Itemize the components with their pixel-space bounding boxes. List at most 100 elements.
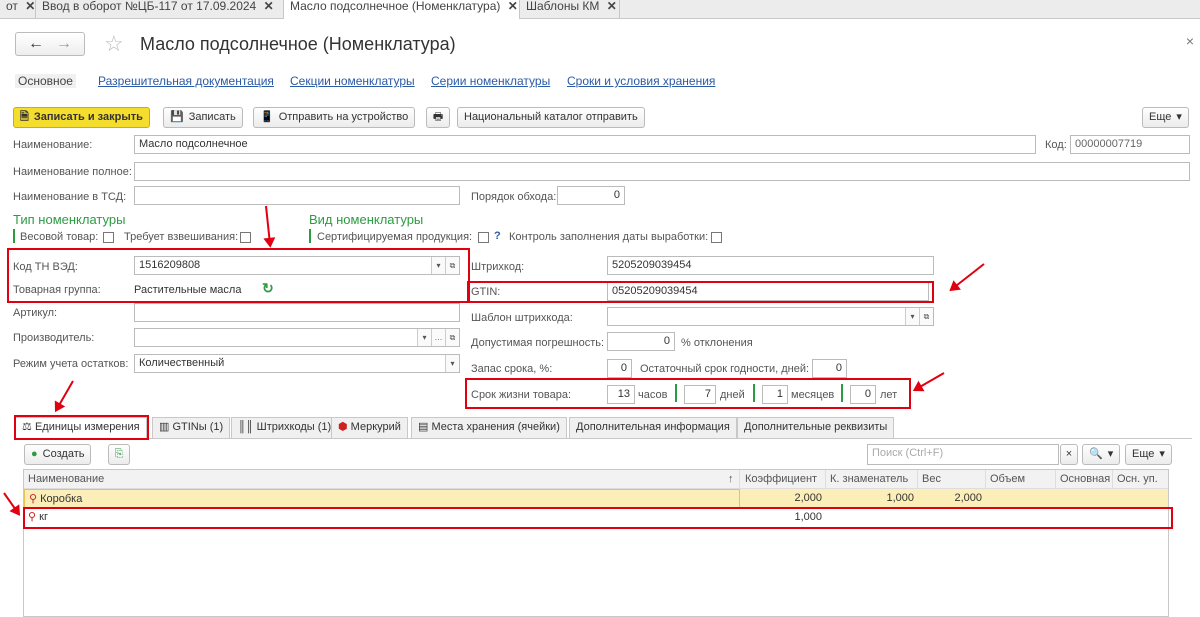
date-control-checkbox[interactable] [711,232,722,243]
tab-additional-info[interactable]: Дополнительная информация [569,417,737,438]
code-label: Код: [1045,139,1067,151]
close-icon[interactable]: ✕ [264,0,274,13]
producer-field[interactable]: ▾ … ⧉ [134,328,460,347]
col-main[interactable]: Основная [1056,470,1113,489]
national-catalog-button[interactable]: Национальный каталог отправить [457,107,645,128]
reserve-field[interactable]: 0 [607,359,632,378]
clear-search-button[interactable]: × [1060,444,1078,465]
search-button[interactable]: 🔍 ▾ [1082,444,1121,465]
barcode-template-field[interactable]: ▾ ⧉ [607,307,934,326]
mercury-icon: ⬢ [338,421,348,433]
copy-button[interactable]: ⎘ [108,444,130,465]
stock-mode-label: Режим учета остатков: [13,358,129,370]
section-storage[interactable]: Сроки и условия хранения [567,74,715,88]
window-tab[interactable]: Шаблоны КМ ✕ [520,0,620,19]
chevron-down-icon[interactable]: ▾ [905,308,919,325]
open-icon[interactable]: ⧉ [445,329,459,346]
window-tab[interactable]: Ввод в оборот №ЦБ-117 от 17.09.2024 ✕ [36,0,284,19]
tab-additional-attrs[interactable]: Дополнительные реквизиты [737,417,895,438]
tab-mercury[interactable]: ⬢ Меркурий [331,417,408,438]
tsd-field[interactable] [134,186,460,205]
table-more-button[interactable]: Еще ▾ [1125,444,1172,465]
tab-barcodes[interactable]: ║║ Штрихкоды (1) [231,417,339,438]
kind-header: Вид номенклатуры [309,212,424,227]
green-marker [13,229,15,243]
tab-gtins[interactable]: ▥ GTINы (1) [152,417,231,438]
certified-checkbox[interactable] [478,232,489,243]
fullname-field[interactable] [134,162,1190,181]
window-tab[interactable]: от ✕ [0,0,36,19]
print-button[interactable]: 🖶 [426,107,450,128]
close-icon[interactable]: × [1186,33,1194,49]
row-name-cell: ⚲ Коробка [24,489,740,508]
chevron-down-icon[interactable]: ▾ [417,329,431,346]
search-input[interactable]: Поиск (Ctrl+F) [867,444,1059,465]
certified-label: Сертифицируемая продукция: [317,231,473,243]
date-control-label: Контроль заполнения даты выработки: [509,231,709,243]
barcode-field[interactable]: 5205209039454 [607,256,934,275]
article-field[interactable] [134,303,460,322]
chevron-down-icon: ▾ [1176,111,1182,123]
table-row[interactable]: ⚲ Коробка 2,000 1,000 2,000 [24,489,1168,508]
row-weight: 2,000 [954,492,982,504]
tolerance-field[interactable]: 0 [607,332,675,351]
save-and-close-button[interactable]: 🗎 Записать и закрыть [13,107,150,128]
requires-weighing-checkbox[interactable] [240,232,251,243]
name-field[interactable]: Масло подсолнечное [134,135,1036,154]
section-permits[interactable]: Разрешительная документация [98,74,274,88]
section-series[interactable]: Серии номенклатуры [431,74,550,88]
create-button[interactable]: ● Создать [24,444,92,465]
units-table: Наименование ↑ Коэффициент К. знаменател… [23,469,1169,617]
annotation-arrow [265,205,272,246]
sort-icon[interactable]: ↑ [724,470,741,489]
weight-checkbox[interactable] [103,232,114,243]
ellipsis-icon[interactable]: … [431,329,445,346]
residual-field[interactable]: 0 [812,359,847,378]
device-icon: 📱 [260,111,274,123]
producer-label: Производитель: [13,332,95,344]
highlight-kg-row [23,507,1173,529]
close-icon: × [1065,448,1073,460]
article-label: Артикул: [13,307,58,319]
page-title: Масло подсолнечное (Номенклатура) [140,34,456,54]
close-icon[interactable]: ✕ [508,0,518,13]
type-header: Тип номенклатуры [13,212,126,227]
col-weight[interactable]: Вес [918,470,986,489]
window-tab-bar: от ✕ Ввод в оборот №ЦБ-117 от 17.09.2024… [0,0,1200,19]
table-header: Наименование ↑ Коэффициент К. знаменател… [24,470,1168,489]
forward-arrow-icon[interactable]: → [56,35,72,53]
tolerance-label: Допустимая погрешность: [471,337,605,349]
barcode-icon: ▥ [159,421,170,433]
highlight-shelf-life [465,378,911,409]
order-field[interactable]: 0 [557,186,625,205]
row-denominator: 1,000 [886,492,914,504]
highlight-tnved [7,248,470,303]
help-icon[interactable]: ? [494,230,501,242]
stock-mode-select[interactable]: Количественный ▾ [134,354,460,373]
favorite-star-icon[interactable]: ☆ [104,31,124,57]
col-main-pack[interactable]: Осн. уп. [1113,470,1168,489]
reserve-label: Запас срока, %: [471,363,553,375]
send-device-button[interactable]: 📱 Отправить на устройство [253,107,416,128]
col-coef[interactable]: Коэффициент [741,470,826,489]
col-denominator[interactable]: К. знаменатель [826,470,918,489]
section-sections[interactable]: Секции номенклатуры [290,74,415,88]
col-volume[interactable]: Объем [986,470,1056,489]
save-button[interactable]: 💾 Записать [163,107,243,128]
green-marker [309,229,311,243]
fullname-label: Наименование полное: [13,166,132,178]
more-button[interactable]: Еще ▾ [1142,107,1189,128]
copy-icon: ⎘ [114,448,124,460]
tab-storage[interactable]: ▤ Места хранения (ячейки) [411,417,567,438]
window-tab-active[interactable]: Масло подсолнечное (Номенклатура) ✕ [284,0,520,19]
chevron-down-icon[interactable]: ▾ [445,355,459,372]
weight-label: Весовой товар: [20,231,99,243]
open-icon[interactable]: ⧉ [919,308,933,325]
tolerance-unit: % отклонения [681,337,753,349]
close-icon[interactable]: ✕ [607,0,617,13]
annotation-arrow [3,492,20,515]
code-field[interactable]: 00000007719 [1070,135,1190,154]
col-name[interactable]: Наименование [24,470,740,489]
section-main[interactable]: Основное [15,74,76,88]
back-arrow-icon[interactable]: ← [28,35,44,53]
